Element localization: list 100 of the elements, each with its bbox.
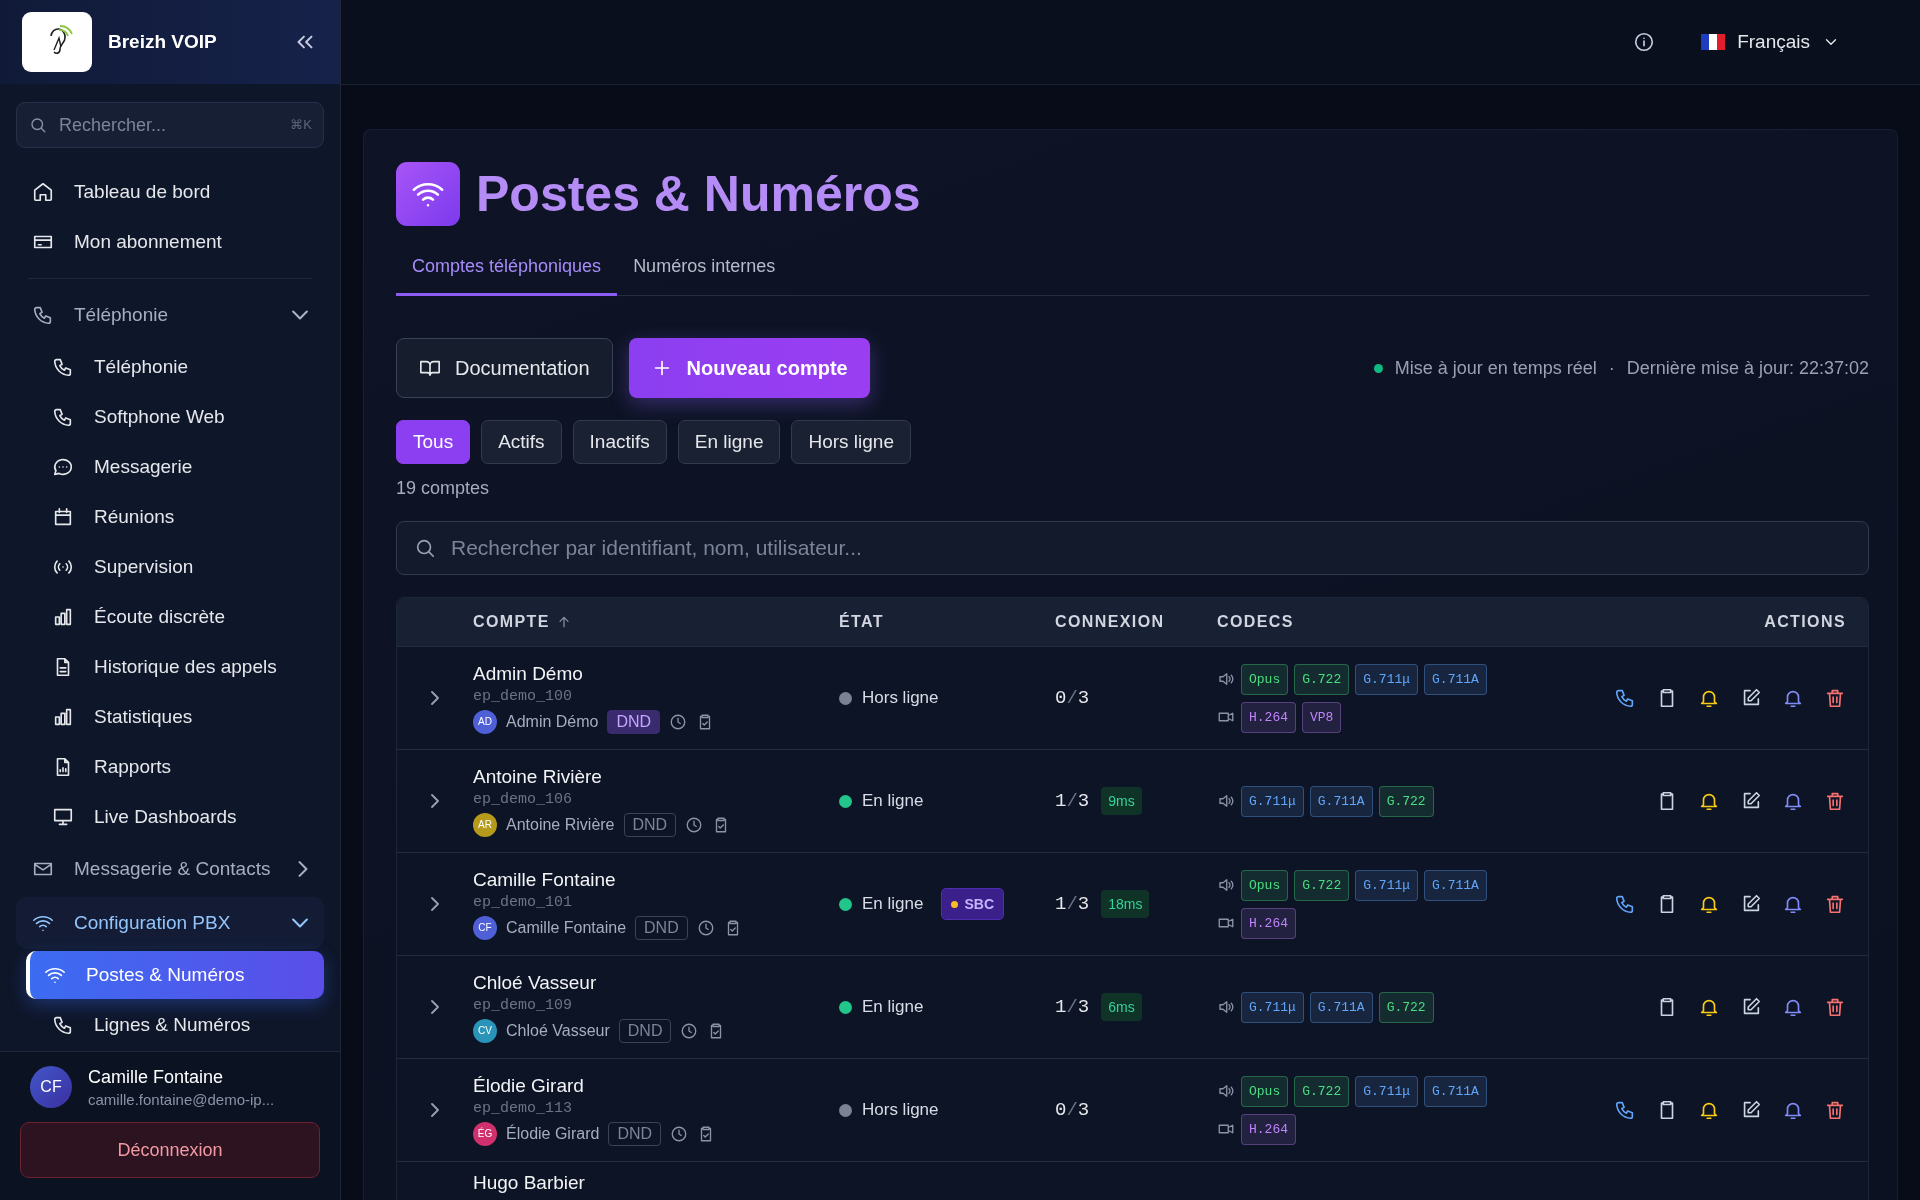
codec-tag: G.711μ — [1355, 663, 1419, 695]
user-email: camille.fontaine@demo-ip... — [88, 1090, 275, 1108]
column-header[interactable]: CONNEXION — [1055, 613, 1217, 631]
clock-icon[interactable] — [680, 1021, 699, 1040]
logo-icon — [22, 12, 92, 72]
nav-item[interactable]: Messagerie — [26, 443, 324, 491]
user-avatar: CF — [473, 915, 497, 940]
dnd-toggle[interactable]: DND — [607, 709, 661, 734]
delete-icon[interactable] — [1824, 1099, 1846, 1121]
speaker-icon — [1217, 998, 1235, 1016]
status-text: Hors ligne — [862, 1100, 939, 1120]
endpoint-id: ep_demo_100 — [473, 687, 573, 705]
nav-item[interactable]: Historique des appels — [26, 643, 324, 691]
codec-tag: G.711A — [1309, 785, 1373, 817]
language-selector[interactable]: Français — [1701, 31, 1840, 53]
user-name: Camille Fontaine — [88, 1066, 225, 1088]
codec-tag: Opus — [1241, 663, 1289, 695]
nav-item[interactable]: Statistiques — [26, 693, 324, 741]
calendar-icon — [52, 506, 74, 528]
nav-group[interactable]: Configuration PBX — [16, 897, 324, 949]
nav-item[interactable]: Mon abonnement — [16, 218, 324, 266]
expand-icon[interactable] — [431, 897, 439, 911]
nav-item[interactable]: Téléphonie — [26, 343, 324, 391]
nav-item[interactable]: Tableau de bord — [16, 168, 324, 216]
column-header[interactable]: ACTIONS — [1598, 613, 1868, 631]
delete-icon[interactable] — [1824, 687, 1846, 709]
expand-icon[interactable] — [431, 1000, 439, 1014]
clock-icon[interactable] — [669, 712, 688, 731]
expand-icon[interactable] — [431, 1103, 439, 1117]
nav-group[interactable]: Téléphonie — [16, 289, 324, 341]
codec-tag: G.711μ — [1241, 785, 1304, 817]
info-icon[interactable] — [1633, 31, 1656, 53]
delete-icon[interactable] — [1824, 790, 1846, 812]
codec-tag: G.711μ — [1355, 1075, 1419, 1107]
sbc-badge: SBC — [941, 888, 1004, 920]
expand-icon[interactable] — [431, 794, 439, 808]
account-name: Admin Démo — [473, 662, 583, 685]
filter-chip[interactable]: En ligne — [677, 420, 781, 464]
nav-item[interactable]: Supervision — [26, 543, 324, 591]
nav-item[interactable]: Softphone Web — [26, 393, 324, 441]
phone-icon — [32, 304, 54, 326]
phone-icon[interactable] — [1614, 893, 1636, 915]
dnd-toggle[interactable]: DND — [608, 1121, 662, 1146]
clock-icon[interactable] — [670, 1124, 689, 1143]
page-title: Postes & Numéros — [476, 165, 921, 223]
clock-icon[interactable] — [685, 815, 704, 834]
phone-icon[interactable] — [1614, 687, 1636, 709]
dnd-toggle[interactable]: DND — [618, 1018, 672, 1043]
expand-icon[interactable] — [431, 691, 439, 705]
nav-item[interactable]: Réunions — [26, 493, 324, 541]
nav-item[interactable]: Écoute discrète — [26, 593, 324, 641]
column-header[interactable]: CODECS — [1217, 613, 1598, 631]
delete-icon[interactable] — [1824, 893, 1846, 915]
documentation-button[interactable]: Documentation — [396, 338, 613, 398]
bar-chart-icon — [52, 606, 74, 628]
column-header[interactable]: ÉTAT — [839, 613, 1055, 631]
speaker-icon — [1217, 876, 1235, 894]
filter-chip[interactable]: Actifs — [481, 420, 562, 464]
user-avatar: CF — [30, 1066, 72, 1108]
clock-icon[interactable] — [696, 918, 715, 937]
codec-tag: G.711A — [1424, 663, 1487, 695]
column-header[interactable]: COMPTE — [473, 613, 839, 631]
tab[interactable]: Comptes téléphoniques — [396, 244, 618, 296]
connection-count: 0/3 — [1055, 1099, 1090, 1121]
user-name: Antoine Rivière — [506, 815, 615, 834]
separator-dot: · — [1608, 357, 1615, 379]
nav-item[interactable]: Postes & Numéros — [26, 951, 324, 999]
dnd-toggle[interactable]: DND — [635, 915, 688, 940]
filter-chip[interactable]: Hors ligne — [791, 420, 911, 464]
search-field[interactable]: Rechercher par identifiant, nom, utilisateur... — [396, 521, 1869, 575]
logout-button[interactable]: Déconnexion — [20, 1122, 320, 1178]
status-text: En ligne — [862, 997, 924, 1017]
nav-item[interactable]: Live Dashboards — [26, 793, 324, 841]
nav-item[interactable]: Lignes & Numéros — [26, 1001, 324, 1049]
live-status: Mise à jour en temps réel — [1394, 357, 1597, 379]
codec-tag: G.711A — [1309, 991, 1373, 1023]
filter-chip[interactable]: Inactifs — [572, 420, 667, 464]
brand-name: Breizh VOIP — [108, 31, 218, 53]
phone-icon[interactable] — [1614, 1099, 1636, 1121]
nav-group[interactable]: Messagerie & Contacts — [16, 843, 324, 895]
wifi-icon — [396, 162, 460, 226]
tab[interactable]: Numéros internes — [617, 244, 792, 296]
latency-badge: 6ms — [1101, 993, 1142, 1021]
account-name: Chloé Vasseur — [473, 971, 597, 994]
user-avatar: AR — [473, 812, 497, 837]
status-text: Hors ligne — [862, 688, 939, 708]
codec-tag: G.711A — [1424, 869, 1487, 901]
flag-icon — [1701, 33, 1726, 51]
filter-chip[interactable]: Tous — [396, 420, 471, 464]
nav-item[interactable]: Rapports — [26, 743, 324, 791]
codec-tag: H.264 — [1241, 1113, 1296, 1145]
codec-tag: G.711μ — [1355, 869, 1419, 901]
dnd-toggle[interactable]: DND — [623, 812, 677, 837]
connection-count: 1/3 — [1055, 790, 1090, 812]
monitor-icon — [52, 806, 74, 828]
speaker-icon — [1217, 670, 1235, 688]
status-text: En ligne — [862, 894, 924, 914]
new-account-button[interactable]: Nouveau compte — [628, 338, 870, 398]
codec-tag: Opus — [1241, 1075, 1289, 1107]
delete-icon[interactable] — [1824, 996, 1846, 1018]
